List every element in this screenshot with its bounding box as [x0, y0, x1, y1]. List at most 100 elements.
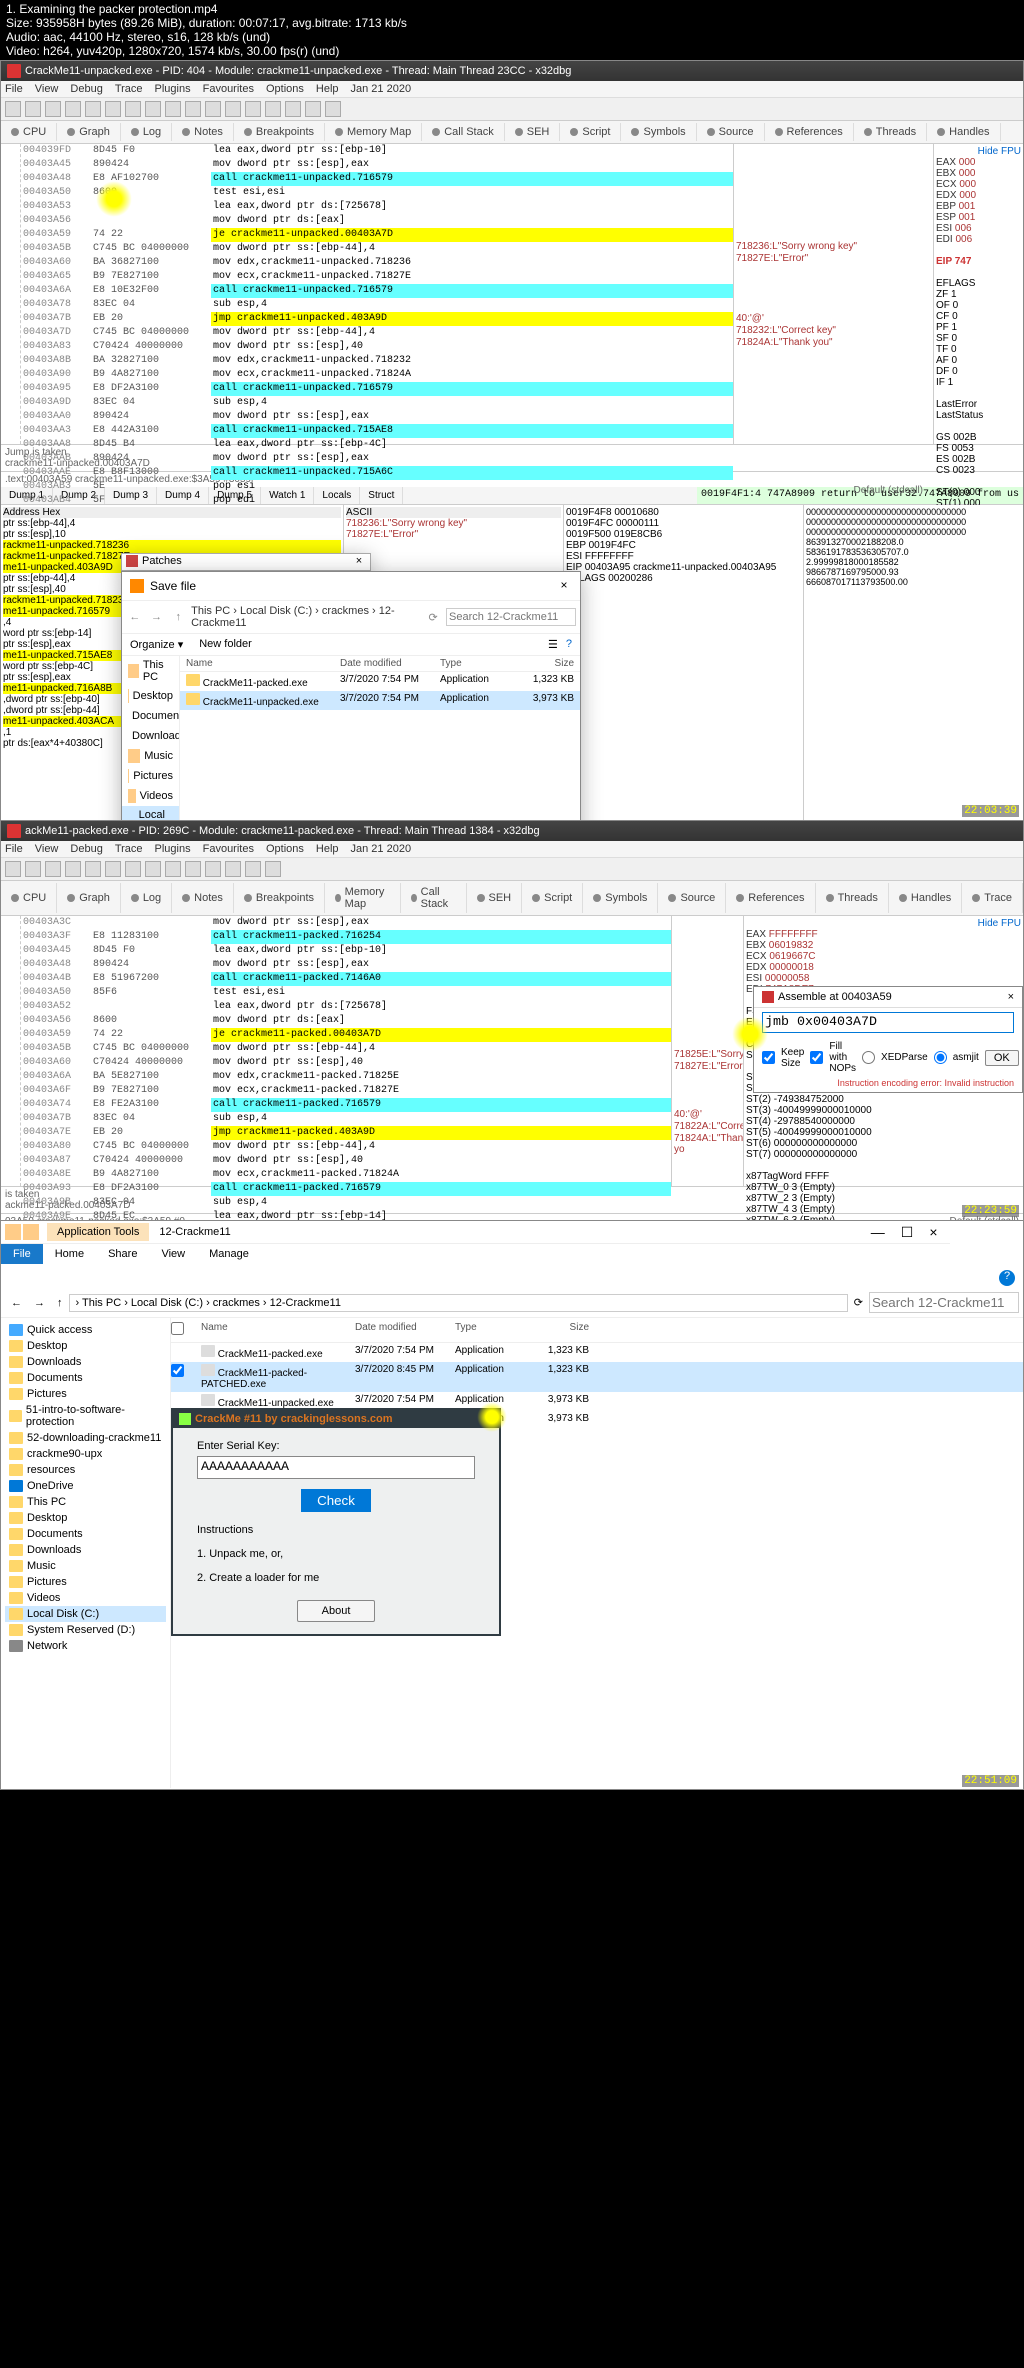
ribbon-tab[interactable]: Share — [96, 1244, 149, 1264]
disasm-row[interactable]: 00403A508600test esi,esi — [21, 186, 733, 200]
tree-item[interactable]: Quick access — [5, 1322, 166, 1338]
toolbar[interactable] — [1, 858, 1023, 881]
breadcrumb[interactable]: ← → ↑ › This PC › Local Disk (C:) › crac… — [1, 1288, 1023, 1318]
back-icon[interactable]: ← — [126, 607, 144, 627]
menu-item[interactable]: View — [35, 843, 59, 855]
disasm-row[interactable]: 00403AAEE8 B8F13000call crackme11-unpack… — [21, 466, 733, 480]
disasm-row[interactable]: 00403AB35Epop esi — [21, 480, 733, 494]
close-icon[interactable]: × — [1008, 991, 1014, 1003]
tab[interactable]: Notes — [172, 123, 234, 141]
close-icon[interactable]: × — [556, 578, 572, 594]
tree-item[interactable]: crackme90-upx — [5, 1446, 166, 1462]
tab[interactable]: Notes — [172, 883, 234, 913]
refresh-icon[interactable]: ⟳ — [424, 607, 442, 627]
ribbon-tab[interactable]: View — [149, 1244, 197, 1264]
disasm-row[interactable]: 00403A7B83EC 04sub esp,4 — [21, 1112, 671, 1126]
organize-menu[interactable]: Organize ▾ — [130, 638, 183, 651]
disasm-row[interactable]: 00403A5974 22je crackme11-packed.00403A7… — [21, 1028, 671, 1042]
disasm-row[interactable]: 00403A3FE8 11283100call crackme11-packed… — [21, 930, 671, 944]
tree-item[interactable]: resources — [5, 1462, 166, 1478]
tab[interactable]: Call Stack — [401, 883, 466, 913]
ok-button[interactable]: OK — [985, 1050, 1019, 1066]
disassembly-view[interactable]: 00403A3Cmov dword ptr ss:[esp],eax00403A… — [21, 916, 671, 1186]
file-row[interactable]: CrackMe11-unpacked.exe3/7/2020 7:54 PMAp… — [180, 691, 580, 710]
close-icon[interactable]: × — [352, 555, 366, 567]
asmjit-radio[interactable] — [934, 1051, 947, 1064]
tree-item[interactable]: Music — [122, 746, 179, 766]
disasm-row[interactable]: 00403A90B9 4A827100mov ecx,crackme11-unp… — [21, 368, 733, 382]
crackme-titlebar[interactable]: CrackMe #11 by crackinglessons.com × — [173, 1410, 499, 1428]
disasm-row[interactable]: 00403A48E8 AF102700call crackme11-unpack… — [21, 172, 733, 186]
tree-item[interactable]: Videos — [122, 786, 179, 806]
menu-item[interactable]: Debug — [70, 843, 102, 855]
organize-bar[interactable]: Organize ▾ New folder ☰ ? — [122, 634, 580, 656]
file-row[interactable]: CrackMe11-packed.exe3/7/2020 7:54 PMAppl… — [180, 672, 580, 691]
disasm-row[interactable]: 00403A7BEB 20jmp crackme11-unpacked.403A… — [21, 312, 733, 326]
ribbon-tab[interactable]: Manage — [197, 1244, 261, 1264]
menubar[interactable]: FileViewDebugTracePluginsFavouritesOptio… — [1, 841, 1023, 858]
disasm-row[interactable]: 00403A3Cmov dword ptr ss:[esp],eax — [21, 916, 671, 930]
disasm-row[interactable]: 00403A7DC745 BC 04000000mov dword ptr ss… — [21, 326, 733, 340]
xedparse-radio[interactable] — [862, 1051, 875, 1064]
menubar[interactable]: FileViewDebugTracePluginsFavouritesOptio… — [1, 81, 1023, 98]
forward-icon[interactable]: → — [28, 1297, 51, 1309]
ribbon-tabs[interactable]: FileHomeShareViewManage — [1, 1244, 1023, 1264]
tab[interactable]: Call Stack — [422, 123, 505, 141]
disasm-row[interactable]: 00403A74E8 FE2A3100call crackme11-packed… — [21, 1098, 671, 1112]
refresh-icon[interactable]: ⟳ — [848, 1296, 869, 1309]
tree-item[interactable]: Videos — [5, 1590, 166, 1606]
menu-item[interactable]: File — [5, 843, 23, 855]
tree-item[interactable]: Downloads — [122, 726, 179, 746]
disasm-row[interactable]: 00403A56mov dword ptr ds:[eax] — [21, 214, 733, 228]
tab[interactable]: Threads — [854, 123, 927, 141]
nav-bar[interactable]: ← → ↑ This PC › Local Disk (C:) › crackm… — [122, 601, 580, 634]
disasm-row[interactable]: 00403A8EB9 4A827100mov ecx,crackme11-pac… — [21, 1168, 671, 1182]
new-folder-button[interactable]: New folder — [199, 638, 252, 651]
toolbar[interactable] — [1, 98, 1023, 121]
keep-size-checkbox[interactable] — [762, 1051, 775, 1064]
tab[interactable]: Log — [121, 883, 172, 913]
tab[interactable]: References — [765, 123, 854, 141]
tab[interactable]: Trace — [962, 883, 1023, 913]
tab[interactable]: Script — [522, 883, 583, 913]
disasm-row[interactable]: 00403A5085F6test esi,esi — [21, 986, 671, 1000]
ribbon-tab[interactable]: Home — [43, 1244, 96, 1264]
tab[interactable]: Graph — [57, 883, 121, 913]
menu-item[interactable]: Help — [316, 83, 339, 95]
ribbon-tab[interactable]: File — [1, 1244, 43, 1264]
patches-dialog[interactable]: Patches × — [121, 553, 371, 571]
tab[interactable]: Memory Map — [325, 883, 401, 913]
tree-item[interactable]: Documents — [5, 1526, 166, 1542]
about-button[interactable]: About — [297, 1600, 376, 1622]
tree-item[interactable]: Pictures — [122, 766, 179, 786]
tree-item[interactable]: Documents — [5, 1370, 166, 1386]
help-icon[interactable]: ? — [999, 1270, 1015, 1286]
tab[interactable]: CPU — [1, 883, 57, 913]
tab[interactable]: Source — [697, 123, 765, 141]
tree-item[interactable]: Local Disk (C:) — [5, 1606, 166, 1622]
tab[interactable]: References — [726, 883, 815, 913]
file-list[interactable]: Name Date modified Type Size CrackMe11-p… — [171, 1318, 1023, 1788]
tabbar[interactable]: CPUGraphLogNotesBreakpointsMemory MapCal… — [1, 121, 1023, 144]
tree-item[interactable]: Music — [5, 1558, 166, 1574]
tab[interactable]: Breakpoints — [234, 123, 325, 141]
disasm-row[interactable]: 00403A458D45 F0lea eax,dword ptr ss:[ebp… — [21, 944, 671, 958]
minimize-icon[interactable]: — — [863, 1224, 893, 1240]
folder-tree[interactable]: This PCDesktopDocumentsDownloadsMusicPic… — [122, 656, 180, 836]
disasm-row[interactable]: 00403A568600mov dword ptr ds:[eax] — [21, 1014, 671, 1028]
menu-item[interactable]: Plugins — [155, 843, 191, 855]
tab[interactable]: SEH — [467, 883, 523, 913]
tab[interactable]: Breakpoints — [234, 883, 325, 913]
registers-pane[interactable]: Hide FPU EAX 000EBX 000ECX 000EDX 000EBP… — [933, 144, 1023, 444]
menu-item[interactable]: Jan 21 2020 — [351, 843, 412, 855]
disasm-row[interactable]: 00403AA0890424mov dword ptr ss:[esp],eax — [21, 410, 733, 424]
close-icon[interactable]: × — [921, 1224, 945, 1240]
assemble-input[interactable] — [762, 1012, 1014, 1033]
disasm-row[interactable]: 00403A7883EC 04sub esp,4 — [21, 298, 733, 312]
search-input[interactable] — [869, 1292, 1019, 1313]
tab[interactable]: Source — [658, 883, 726, 913]
tree-item[interactable]: Desktop — [5, 1510, 166, 1526]
tree-item[interactable]: This PC — [5, 1494, 166, 1510]
disasm-row[interactable]: 00403A65B9 7E827100mov ecx,crackme11-unp… — [21, 270, 733, 284]
tab[interactable]: Threads — [816, 883, 889, 913]
